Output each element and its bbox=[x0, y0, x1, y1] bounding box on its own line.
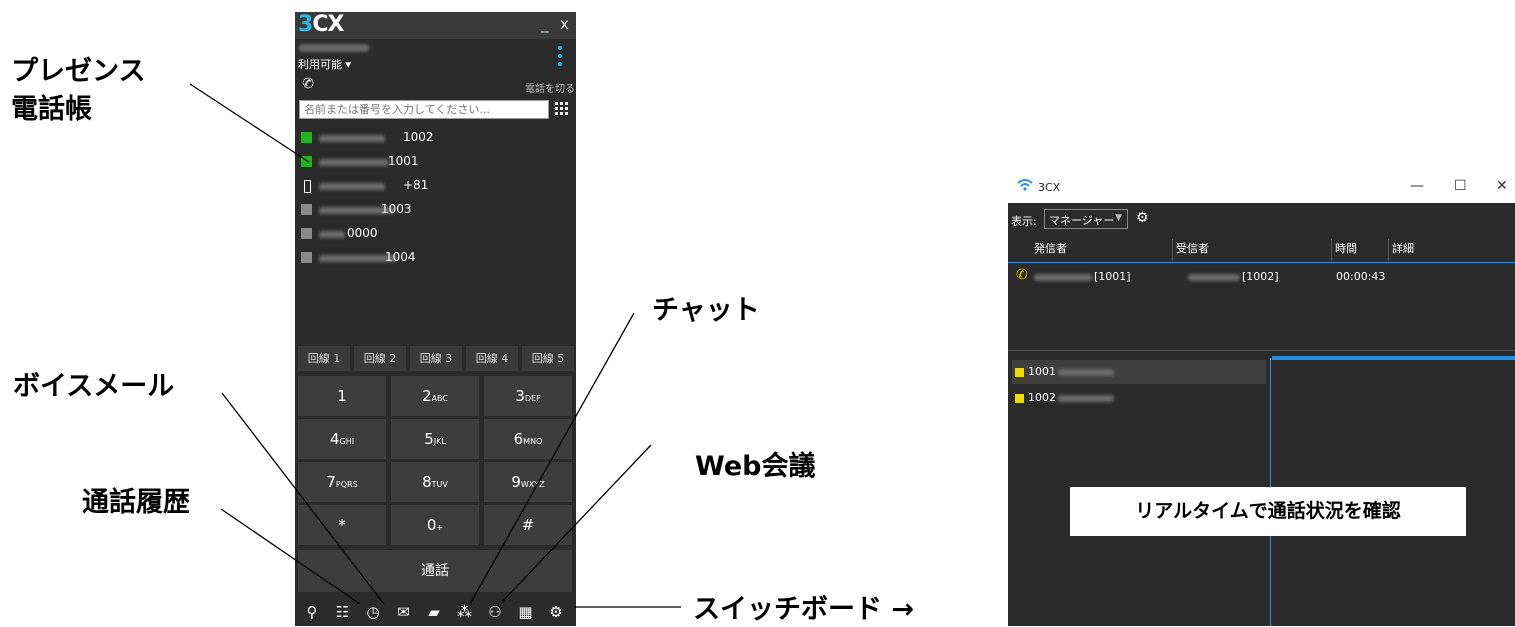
chat-icon[interactable]: ▰ bbox=[423, 602, 445, 622]
status-indicator bbox=[1015, 368, 1024, 377]
key-0[interactable]: 0+ bbox=[391, 505, 479, 545]
contact-number: +81 bbox=[403, 178, 429, 192]
line-button-4[interactable]: 回線 4 bbox=[466, 346, 518, 371]
col-caller[interactable]: 発信者 bbox=[1034, 240, 1067, 256]
user-name bbox=[299, 44, 369, 52]
mobile-icon bbox=[304, 180, 311, 193]
wifi-icon bbox=[1017, 179, 1033, 195]
add-contact-icon[interactable]: ⚲ bbox=[301, 602, 323, 622]
key-6[interactable]: 6MNO bbox=[484, 419, 572, 459]
sb-minimize-button[interactable]: — bbox=[1410, 178, 1424, 194]
line-button-3[interactable]: 回線 3 bbox=[410, 346, 462, 371]
settings-icon[interactable]: ⚙ bbox=[1136, 210, 1149, 226]
switchboard-title: 3CX bbox=[1038, 181, 1061, 194]
contact-name bbox=[319, 159, 389, 166]
extension-number: 1001 bbox=[1028, 365, 1056, 378]
contact-number: 1004 bbox=[385, 250, 416, 264]
settings-icon[interactable]: ⚙ bbox=[545, 602, 567, 622]
phonebook-icon[interactable]: ☷ bbox=[332, 602, 354, 622]
key-8[interactable]: 8TUV bbox=[391, 462, 479, 502]
contact-number: 1001 bbox=[388, 154, 419, 168]
conference-icon[interactable]: ⁂ bbox=[454, 602, 476, 622]
key-2[interactable]: 2ABC bbox=[391, 376, 479, 416]
line-button-1[interactable]: 回線 1 bbox=[298, 346, 350, 371]
caption-realtime: リアルタイムで通話状況を確認 bbox=[1070, 487, 1466, 536]
sb-maximize-button[interactable]: ☐ bbox=[1454, 178, 1467, 194]
line-buttons: 回線 1 回線 2 回線 3 回線 4 回線 5 bbox=[298, 346, 575, 374]
phone-client-window: 3CX _ x 利用可能 ▾ ✆ 電話を切る 1002 1001 +81 100300… bbox=[295, 12, 576, 626]
contact-number: 0000 bbox=[347, 226, 378, 240]
extension-number: 1002 bbox=[1028, 391, 1056, 404]
presence-indicator bbox=[301, 252, 312, 263]
key-star[interactable]: * bbox=[298, 505, 386, 545]
contact-name bbox=[319, 231, 345, 238]
key-5[interactable]: 5JKL bbox=[391, 419, 479, 459]
history-icon[interactable]: ◷ bbox=[362, 602, 384, 622]
sb-close-button[interactable]: ✕ bbox=[1496, 178, 1508, 194]
more-menu-icon[interactable] bbox=[558, 46, 562, 70]
presence-indicator bbox=[301, 156, 312, 167]
extension-row[interactable]: 1001 bbox=[1012, 360, 1266, 384]
contact-list: 1002 1001 +81 1003 0000 1004 bbox=[295, 127, 576, 270]
col-callee[interactable]: 受信者 bbox=[1176, 240, 1209, 256]
active-call-icon: ✆ bbox=[1016, 267, 1028, 283]
callout-web-meeting: Web会議 bbox=[695, 451, 816, 482]
call-callee[interactable]: [1002] bbox=[1188, 270, 1279, 283]
callout-voicemail: ボイスメール bbox=[13, 371, 175, 402]
callout-history: 通話履歴 bbox=[82, 487, 190, 518]
close-button[interactable]: x bbox=[560, 15, 569, 33]
hangup-link[interactable]: 電話を切る bbox=[525, 80, 575, 95]
col-detail[interactable]: 詳細 bbox=[1392, 240, 1414, 256]
key-1[interactable]: 1 bbox=[298, 376, 386, 416]
key-7[interactable]: 7PQRS bbox=[298, 462, 386, 502]
contact-name bbox=[319, 135, 385, 142]
search-input[interactable] bbox=[299, 100, 549, 119]
contact-row[interactable]: 1004 bbox=[295, 247, 576, 269]
voicemail-icon[interactable]: ✉ bbox=[393, 602, 415, 622]
switchboard-window: 3CX — ☐ ✕ 表示: マネージャー ▼ ⚙ 発信者 受信者 時間 詳細 ✆ … bbox=[1008, 172, 1515, 626]
view-bar: 表示: マネージャー ▼ ⚙ bbox=[1008, 203, 1515, 236]
line-button-5[interactable]: 回線 5 bbox=[522, 346, 574, 371]
contact-row[interactable]: 1001 bbox=[295, 151, 576, 173]
key-3[interactable]: 3DEF bbox=[484, 376, 572, 416]
call-time: 00:00:43 bbox=[1336, 270, 1386, 283]
extension-row[interactable]: 1002 bbox=[1012, 386, 1266, 410]
switchboard-icon[interactable]: ▦ bbox=[515, 602, 537, 622]
contact-row[interactable]: 1003 bbox=[295, 199, 576, 221]
contact-number: 1003 bbox=[381, 202, 412, 216]
contact-row[interactable]: 1002 bbox=[295, 127, 576, 149]
web-meeting-icon[interactable]: ⚇ bbox=[484, 602, 506, 622]
presence-indicator bbox=[301, 132, 312, 143]
callout-phonebook: 電話帳 bbox=[11, 94, 92, 125]
presence-dropdown[interactable]: 利用可能 ▾ bbox=[298, 56, 351, 72]
col-time[interactable]: 時間 bbox=[1335, 240, 1357, 256]
call-caller[interactable]: [1001] bbox=[1034, 270, 1131, 283]
callout-presence: プレゼンス bbox=[11, 56, 146, 87]
minimize-button[interactable]: _ bbox=[541, 15, 549, 33]
presence-indicator bbox=[301, 204, 312, 215]
callout-chat: チャット bbox=[652, 295, 760, 326]
contact-row[interactable]: +81 bbox=[295, 175, 576, 197]
bottom-toolbar: ⚲ ☷ ◷ ✉ ▰ ⁂ ⚇ ▦ ⚙ bbox=[295, 598, 576, 626]
key-9[interactable]: 9WXYZ bbox=[484, 462, 572, 502]
view-label: 表示: bbox=[1011, 215, 1037, 228]
contact-name bbox=[319, 183, 385, 190]
callout-switchboard: スイッチボード → bbox=[693, 594, 915, 625]
presence-indicator bbox=[301, 228, 312, 239]
status-indicator bbox=[1015, 394, 1024, 403]
key-hash[interactable]: # bbox=[484, 505, 572, 545]
handset-icon: ✆ bbox=[300, 74, 316, 94]
switchboard-titlebar: 3CX — ☐ ✕ bbox=[1008, 172, 1515, 203]
app-logo: 3CX bbox=[298, 12, 344, 37]
view-select[interactable]: マネージャー ▼ bbox=[1044, 209, 1128, 229]
call-button[interactable]: 通話 bbox=[298, 550, 572, 592]
phone-titlebar: 3CX _ x bbox=[295, 12, 576, 39]
dialpad-icon[interactable] bbox=[555, 102, 569, 116]
line-button-2[interactable]: 回線 2 bbox=[354, 346, 406, 371]
contact-row[interactable]: 0000 bbox=[295, 223, 576, 245]
contact-number: 1002 bbox=[403, 130, 434, 144]
key-4[interactable]: 4GHI bbox=[298, 419, 386, 459]
panel-header-bar bbox=[1272, 356, 1515, 360]
